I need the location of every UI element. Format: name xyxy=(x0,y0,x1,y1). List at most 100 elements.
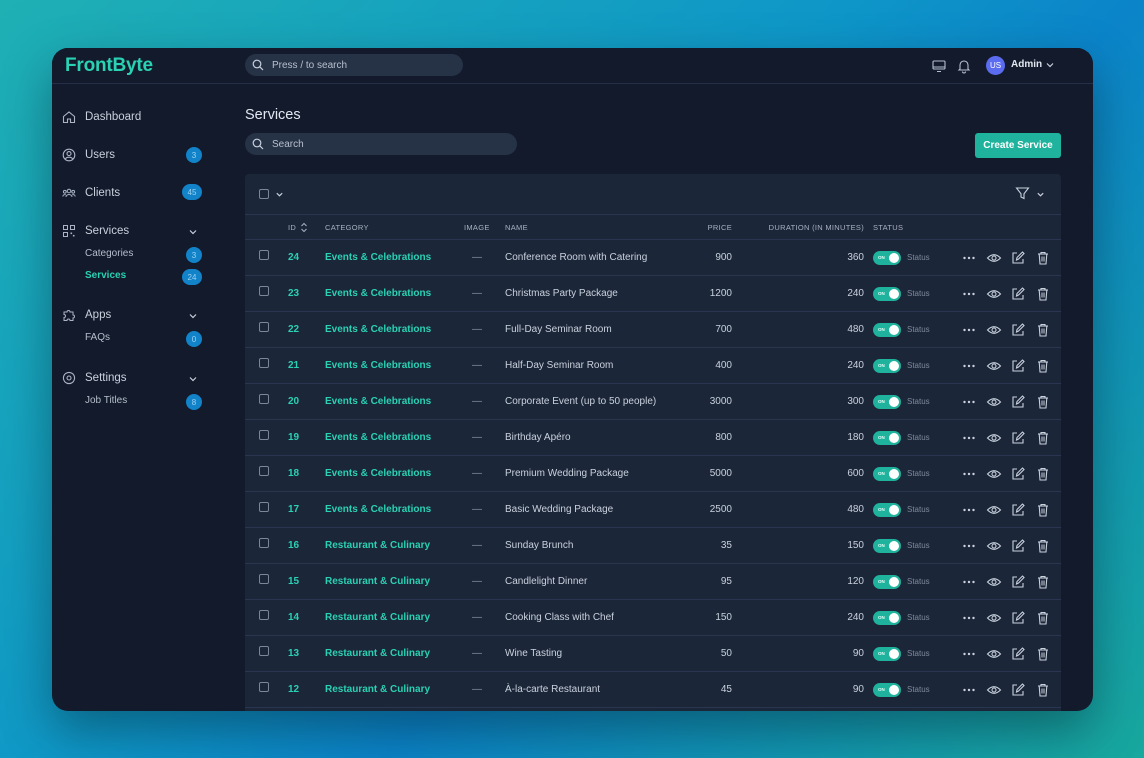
trash-icon[interactable] xyxy=(1035,502,1051,518)
row-category[interactable]: Restaurant & Culinary xyxy=(325,648,430,659)
row-id[interactable]: 16 xyxy=(288,540,299,551)
row-id[interactable]: 22 xyxy=(288,324,299,335)
row-category[interactable]: Events & Celebrations xyxy=(325,468,431,479)
table-row[interactable]: 15 Restaurant & Culinary — Candlelight D… xyxy=(245,564,1061,600)
row-checkbox[interactable] xyxy=(259,538,269,548)
row-checkbox[interactable] xyxy=(259,502,269,512)
edit-icon[interactable] xyxy=(1010,682,1026,698)
trash-icon[interactable] xyxy=(1035,466,1051,482)
more-icon[interactable] xyxy=(961,250,977,266)
status-toggle[interactable]: ON xyxy=(873,359,901,373)
row-id[interactable]: 13 xyxy=(288,648,299,659)
sidebar-subitem-faqs[interactable]: FAQs xyxy=(85,332,110,343)
row-checkbox[interactable] xyxy=(259,322,269,332)
table-row[interactable]: 18 Events & Celebrations — Premium Weddi… xyxy=(245,456,1061,492)
row-checkbox[interactable] xyxy=(259,430,269,440)
chevron-down-icon[interactable] xyxy=(275,190,284,199)
monitor-icon[interactable] xyxy=(931,58,947,74)
sidebar-item-dashboard[interactable]: Dashboard xyxy=(62,107,141,127)
sidebar-item-settings[interactable]: Settings xyxy=(62,368,127,388)
table-row[interactable]: 19 Events & Celebrations — Birthday Apér… xyxy=(245,420,1061,456)
eye-icon[interactable] xyxy=(986,466,1002,482)
status-toggle[interactable]: ON xyxy=(873,323,901,337)
edit-icon[interactable] xyxy=(1010,286,1026,302)
eye-icon[interactable] xyxy=(986,502,1002,518)
eye-icon[interactable] xyxy=(986,430,1002,446)
user-name[interactable]: Admin xyxy=(1011,59,1042,70)
status-toggle[interactable]: ON xyxy=(873,539,901,553)
edit-icon[interactable] xyxy=(1010,610,1026,626)
eye-icon[interactable] xyxy=(986,682,1002,698)
trash-icon[interactable] xyxy=(1035,646,1051,662)
table-row[interactable]: 17 Events & Celebrations — Basic Wedding… xyxy=(245,492,1061,528)
row-checkbox[interactable] xyxy=(259,646,269,656)
eye-icon[interactable] xyxy=(986,646,1002,662)
trash-icon[interactable] xyxy=(1035,322,1051,338)
trash-icon[interactable] xyxy=(1035,538,1051,554)
sidebar-item-services[interactable]: Services xyxy=(62,221,129,241)
row-checkbox[interactable] xyxy=(259,286,269,296)
trash-icon[interactable] xyxy=(1035,682,1051,698)
more-icon[interactable] xyxy=(961,322,977,338)
eye-icon[interactable] xyxy=(986,358,1002,374)
table-row[interactable]: 22 Events & Celebrations — Full-Day Semi… xyxy=(245,312,1061,348)
trash-icon[interactable] xyxy=(1035,286,1051,302)
eye-icon[interactable] xyxy=(986,538,1002,554)
row-id[interactable]: 14 xyxy=(288,612,299,623)
row-id[interactable]: 24 xyxy=(288,252,299,263)
trash-icon[interactable] xyxy=(1035,430,1051,446)
row-category[interactable]: Events & Celebrations xyxy=(325,252,431,263)
row-id[interactable]: 19 xyxy=(288,432,299,443)
trash-icon[interactable] xyxy=(1035,250,1051,266)
trash-icon[interactable] xyxy=(1035,358,1051,374)
sort-icon[interactable] xyxy=(300,222,308,233)
status-toggle[interactable]: ON xyxy=(873,431,901,445)
edit-icon[interactable] xyxy=(1010,646,1026,662)
row-category[interactable]: Restaurant & Culinary xyxy=(325,684,430,695)
edit-icon[interactable] xyxy=(1010,466,1026,482)
sidebar-subitem-categories[interactable]: Categories xyxy=(85,248,133,259)
more-icon[interactable] xyxy=(961,538,977,554)
row-checkbox[interactable] xyxy=(259,250,269,260)
edit-icon[interactable] xyxy=(1010,322,1026,338)
more-icon[interactable] xyxy=(961,286,977,302)
chevron-down-icon[interactable] xyxy=(1045,60,1055,70)
search-field[interactable] xyxy=(245,133,517,155)
select-all-checkbox[interactable] xyxy=(259,189,269,199)
row-checkbox[interactable] xyxy=(259,466,269,476)
more-icon[interactable] xyxy=(961,610,977,626)
more-icon[interactable] xyxy=(961,682,977,698)
status-toggle[interactable]: ON xyxy=(873,575,901,589)
status-toggle[interactable]: ON xyxy=(873,287,901,301)
row-checkbox[interactable] xyxy=(259,610,269,620)
chevron-down-icon[interactable] xyxy=(188,374,198,384)
more-icon[interactable] xyxy=(961,394,977,410)
chevron-down-icon[interactable] xyxy=(188,227,198,237)
row-category[interactable]: Restaurant & Culinary xyxy=(325,612,430,623)
filter-icon[interactable] xyxy=(1015,186,1030,201)
more-icon[interactable] xyxy=(961,358,977,374)
status-toggle[interactable]: ON xyxy=(873,467,901,481)
chevron-down-icon[interactable] xyxy=(188,311,198,321)
row-checkbox[interactable] xyxy=(259,358,269,368)
row-checkbox[interactable] xyxy=(259,394,269,404)
table-row[interactable]: 12 Restaurant & Culinary — À-la-carte Re… xyxy=(245,672,1061,708)
chevron-down-icon[interactable] xyxy=(1036,190,1045,199)
row-category[interactable]: Events & Celebrations xyxy=(325,360,431,371)
edit-icon[interactable] xyxy=(1010,538,1026,554)
search-input[interactable] xyxy=(272,138,502,150)
create-service-button[interactable]: Create Service xyxy=(975,133,1061,158)
edit-icon[interactable] xyxy=(1010,394,1026,410)
status-toggle[interactable]: ON xyxy=(873,395,901,409)
more-icon[interactable] xyxy=(961,502,977,518)
row-id[interactable]: 12 xyxy=(288,684,299,695)
row-id[interactable]: 23 xyxy=(288,288,299,299)
trash-icon[interactable] xyxy=(1035,394,1051,410)
status-toggle[interactable]: ON xyxy=(873,683,901,697)
row-id[interactable]: 17 xyxy=(288,504,299,515)
sidebar-item-apps[interactable]: Apps xyxy=(62,305,111,325)
bell-icon[interactable] xyxy=(956,58,972,74)
avatar[interactable]: US xyxy=(986,56,1005,75)
edit-icon[interactable] xyxy=(1010,250,1026,266)
app-logo[interactable]: FrontByte xyxy=(65,55,153,77)
